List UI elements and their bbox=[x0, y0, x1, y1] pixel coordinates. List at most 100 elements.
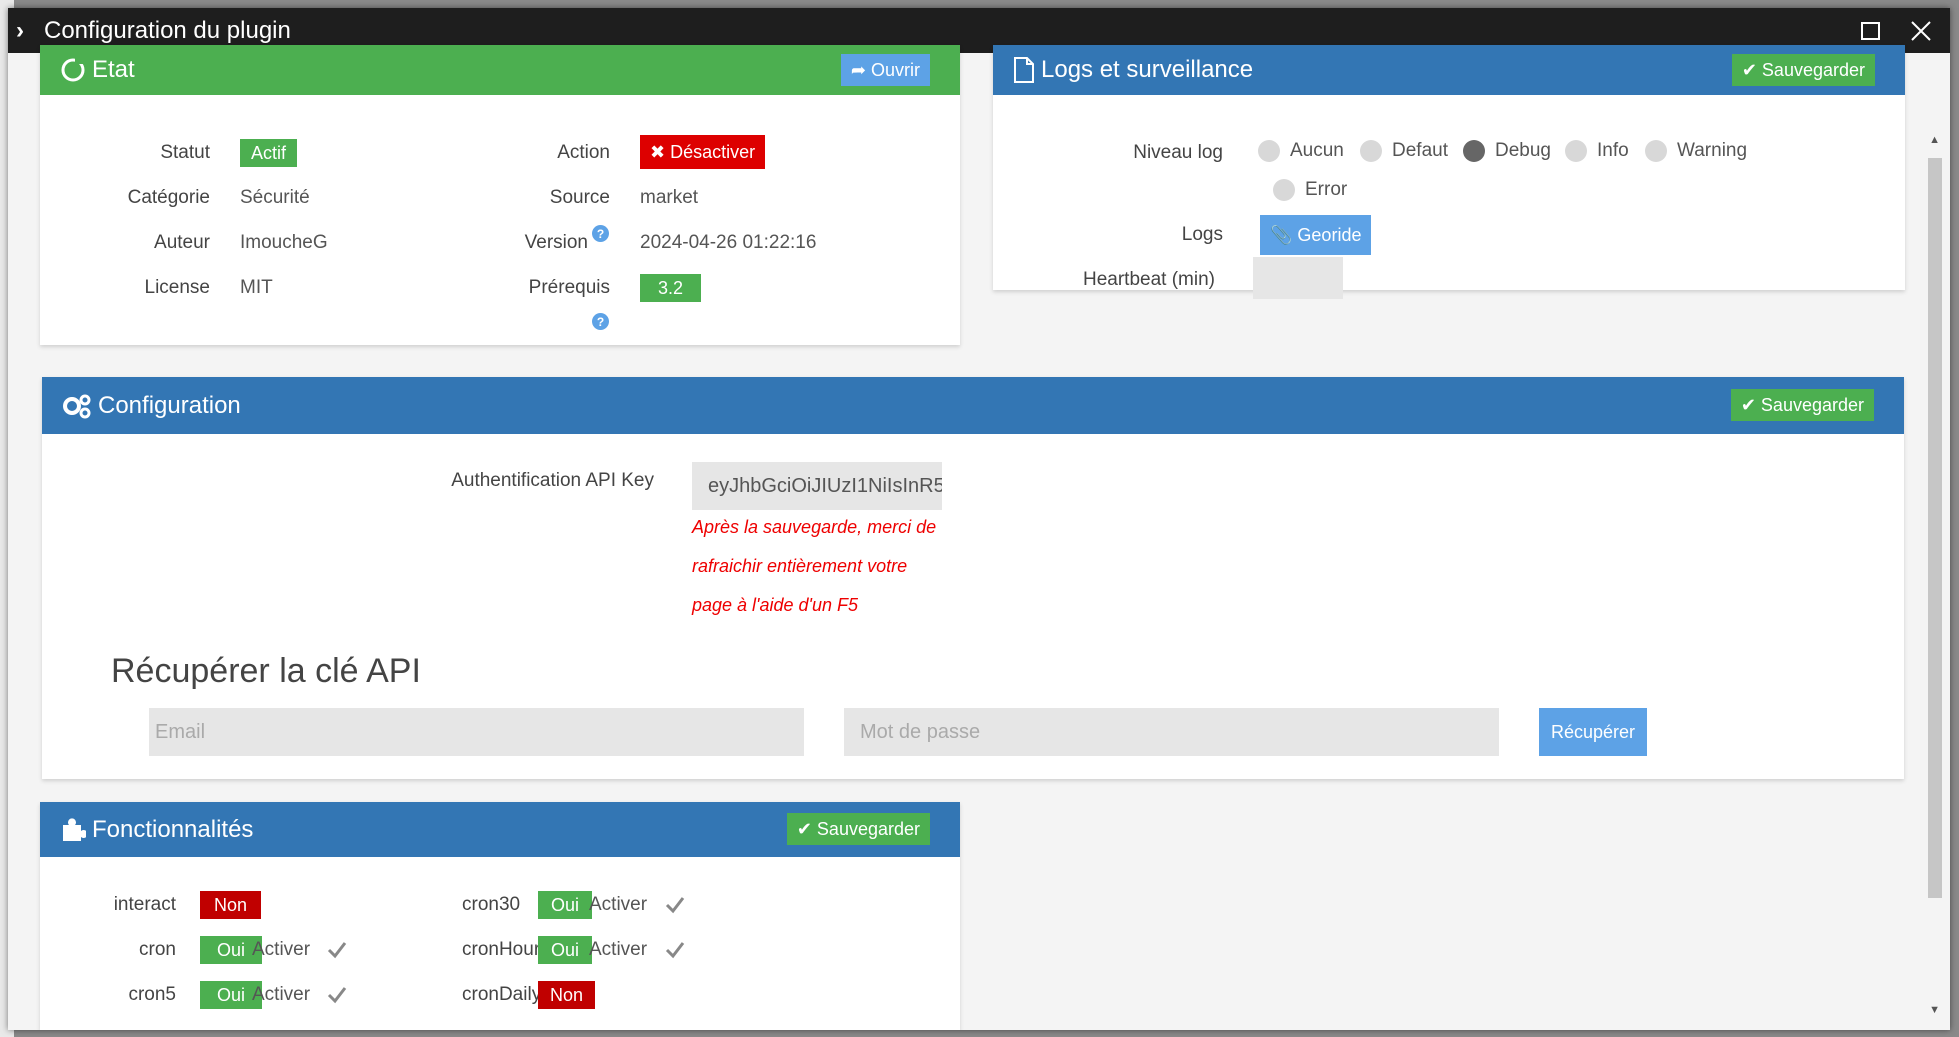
feature-cron-label: cron bbox=[139, 939, 176, 960]
radio-label: Error bbox=[1305, 179, 1348, 200]
password-placeholder: Mot de passe bbox=[860, 720, 981, 743]
feature-cronhourly-checkbox[interactable] bbox=[664, 939, 686, 961]
cogs-icon bbox=[62, 393, 92, 419]
dialog-title: Configuration du plugin bbox=[44, 16, 291, 44]
radio-label: Defaut bbox=[1392, 140, 1448, 161]
logs-panel: Logs et surveillance ✔ Sauvegarder Nivea… bbox=[993, 45, 1905, 299]
log-level-debug[interactable]: Debug bbox=[1463, 140, 1551, 162]
radio-dot-selected bbox=[1463, 140, 1485, 162]
close-button[interactable] bbox=[1906, 16, 1936, 46]
feature-cron30-activate-label: Activer bbox=[589, 894, 648, 915]
status-label: Statut bbox=[160, 142, 210, 163]
scrollbar-thumb[interactable] bbox=[1928, 158, 1942, 898]
api-key-input[interactable]: eyJhbGciOiJIUzI1NiIsInR5cCI6IkpXVCJ9 bbox=[692, 462, 942, 510]
close-icon bbox=[1911, 21, 1931, 41]
scroll-down-icon[interactable]: ▼ bbox=[1929, 1004, 1940, 1016]
version-value: 2024-04-26 01:22:16 bbox=[640, 232, 817, 253]
check-circle-icon: ✔ bbox=[796, 818, 812, 839]
feature-interact-badge: Non bbox=[200, 891, 262, 919]
puzzle-icon bbox=[60, 817, 86, 843]
share-icon: ➦ bbox=[850, 59, 866, 80]
author-value: ImoucheG bbox=[240, 232, 328, 253]
log-level-warning[interactable]: Warning bbox=[1645, 140, 1747, 162]
log-level-info[interactable]: Info bbox=[1565, 140, 1629, 162]
heartbeat-label: Heartbeat (min) bbox=[1083, 269, 1215, 290]
scroll-up-icon[interactable]: ▲ bbox=[1929, 134, 1940, 146]
feature-cron30-badge: Oui bbox=[538, 891, 593, 919]
checkmark-icon bbox=[327, 987, 347, 1004]
category-label: Catégorie bbox=[127, 187, 210, 208]
features-save-label: Sauvegarder bbox=[816, 818, 920, 839]
deactivate-button[interactable]: ✖ Désactiver bbox=[640, 135, 766, 169]
feature-interact-label: interact bbox=[113, 894, 176, 915]
refresh-note-line1: Après la sauvegarde, merci de bbox=[692, 517, 937, 537]
version-label: Version bbox=[524, 232, 588, 253]
maximize-button[interactable] bbox=[1856, 16, 1886, 46]
action-label: Action bbox=[557, 142, 610, 163]
features-title: Fonctionnalités bbox=[92, 815, 254, 843]
log-level-label: Niveau log bbox=[1133, 142, 1223, 163]
log-level-error[interactable]: Error bbox=[1273, 179, 1347, 201]
configuration-save-button[interactable]: ✔ Sauvegarder bbox=[1730, 389, 1874, 421]
maximize-icon bbox=[1861, 22, 1880, 40]
checkmark-icon bbox=[327, 942, 347, 959]
radio-label: Info bbox=[1597, 140, 1629, 161]
check-circle-icon: ✔ bbox=[1741, 59, 1757, 80]
email-placeholder: Email bbox=[155, 720, 206, 743]
etat-panel: Etat ➦ Ouvrir Statut Actif Action ✖ Désa… bbox=[40, 45, 960, 345]
license-value: MIT bbox=[240, 277, 273, 298]
refresh-note-line2: rafraichir entièrement votre bbox=[692, 556, 908, 576]
heartbeat-input[interactable] bbox=[1253, 257, 1343, 299]
feature-cron-activate-label: Activer bbox=[252, 939, 311, 960]
features-save-button[interactable]: ✔ Sauvegarder bbox=[786, 813, 930, 845]
checkmark-icon bbox=[665, 942, 685, 959]
radio-dot bbox=[1565, 140, 1587, 162]
retrieve-key-title: Récupérer la clé API bbox=[111, 652, 421, 690]
feature-crondaily-label: cronDaily bbox=[462, 984, 542, 1005]
logs-save-button[interactable]: ✔ Sauvegarder bbox=[1731, 54, 1875, 86]
checkmark-icon bbox=[665, 897, 685, 914]
password-input[interactable]: Mot de passe bbox=[844, 708, 1499, 756]
configuration-panel: Configuration ✔ Sauvegarder Authentifica… bbox=[42, 377, 1904, 779]
radio-label: Warning bbox=[1677, 140, 1748, 161]
configuration-header: Configuration bbox=[42, 377, 1904, 434]
feature-cronhourly-activate-label: Activer bbox=[589, 939, 648, 960]
category-value: Sécurité bbox=[240, 187, 310, 208]
open-button[interactable]: ➦ Ouvrir bbox=[840, 54, 930, 86]
chevron-right-icon: › bbox=[16, 16, 24, 44]
radio-dot bbox=[1360, 140, 1382, 162]
feature-crondaily-badge: Non bbox=[538, 981, 596, 1009]
author-label: Auteur bbox=[154, 232, 210, 253]
log-level-defaut[interactable]: Defaut bbox=[1360, 140, 1448, 162]
radio-dot bbox=[1258, 140, 1280, 162]
check-circle-icon: ✔ bbox=[1740, 394, 1756, 415]
version-help-icon[interactable]: ? bbox=[592, 225, 609, 242]
deactivate-button-label: Désactiver bbox=[670, 141, 756, 162]
email-input[interactable]: Email bbox=[149, 708, 804, 756]
etat-title: Etat bbox=[92, 56, 135, 83]
feature-cron5-label: cron5 bbox=[128, 984, 176, 1005]
configuration-title: Configuration bbox=[98, 391, 241, 419]
logs-save-label: Sauvegarder bbox=[1761, 59, 1865, 80]
prereq-badge: 3.2 bbox=[640, 274, 702, 302]
paperclip-icon: 📎 bbox=[1270, 224, 1293, 245]
open-button-label: Ouvrir bbox=[871, 59, 920, 80]
radio-label: Debug bbox=[1495, 140, 1551, 161]
radio-label: Aucun bbox=[1290, 140, 1344, 161]
logs-label: Logs bbox=[1181, 224, 1223, 245]
retrieve-button[interactable]: Récupérer bbox=[1539, 708, 1648, 756]
feature-cron30-checkbox[interactable] bbox=[664, 894, 686, 916]
source-label: Source bbox=[549, 187, 610, 208]
feature-cron5-checkbox[interactable] bbox=[326, 984, 348, 1006]
log-level-aucun[interactable]: Aucun bbox=[1258, 140, 1344, 162]
retrieve-button-label: Récupérer bbox=[1551, 721, 1636, 742]
feature-cron-checkbox[interactable] bbox=[326, 939, 348, 961]
feature-cron30-label: cron30 bbox=[462, 894, 521, 915]
prereq-help-icon[interactable]: ? bbox=[592, 313, 609, 330]
georide-log-button[interactable]: 📎 Georide bbox=[1260, 215, 1372, 255]
feature-cron5-activate-label: Activer bbox=[252, 984, 311, 1005]
georide-log-label: Georide bbox=[1297, 224, 1362, 245]
radio-dot bbox=[1273, 179, 1295, 201]
file-icon bbox=[1013, 57, 1035, 83]
logs-title: Logs et surveillance bbox=[1041, 56, 1254, 83]
